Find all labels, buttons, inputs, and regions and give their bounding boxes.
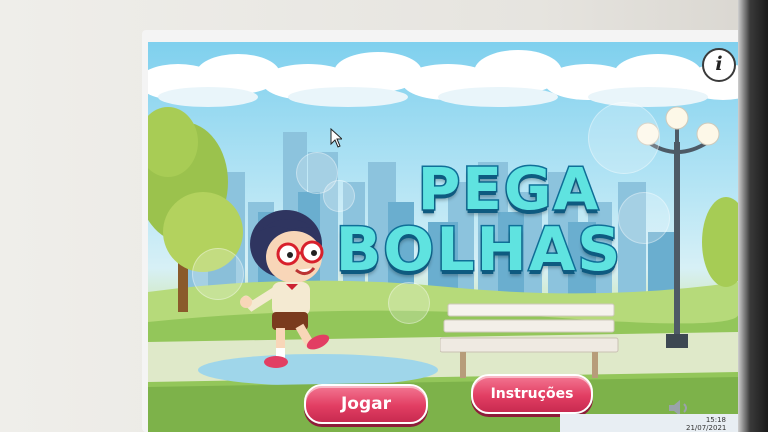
play-button[interactable]: Jogar xyxy=(304,384,428,424)
info-icon: i xyxy=(715,53,723,75)
taskbar-clock: 15:18 21/07/2021 xyxy=(686,416,726,432)
title-line-2: BOLHAS xyxy=(334,215,623,285)
monitor-bezel xyxy=(738,0,768,432)
instructions-button-label: Instruções xyxy=(490,386,574,402)
bubble[interactable] xyxy=(388,282,430,324)
mouse-cursor-icon xyxy=(330,128,342,148)
boy-character xyxy=(240,210,330,368)
clock-date: 21/07/2021 xyxy=(686,424,727,432)
info-button[interactable]: i xyxy=(702,48,736,82)
instructions-button[interactable]: Instruções xyxy=(471,374,593,414)
game-screen[interactable]: i PEGA BOLHAS xyxy=(148,42,738,432)
game-title: PEGA BOLHAS xyxy=(324,155,634,285)
park-bench xyxy=(440,303,619,378)
play-button-label: Jogar xyxy=(340,394,392,414)
title-line-1: PEGA xyxy=(416,155,601,223)
clock-time: 15:18 xyxy=(705,416,726,424)
